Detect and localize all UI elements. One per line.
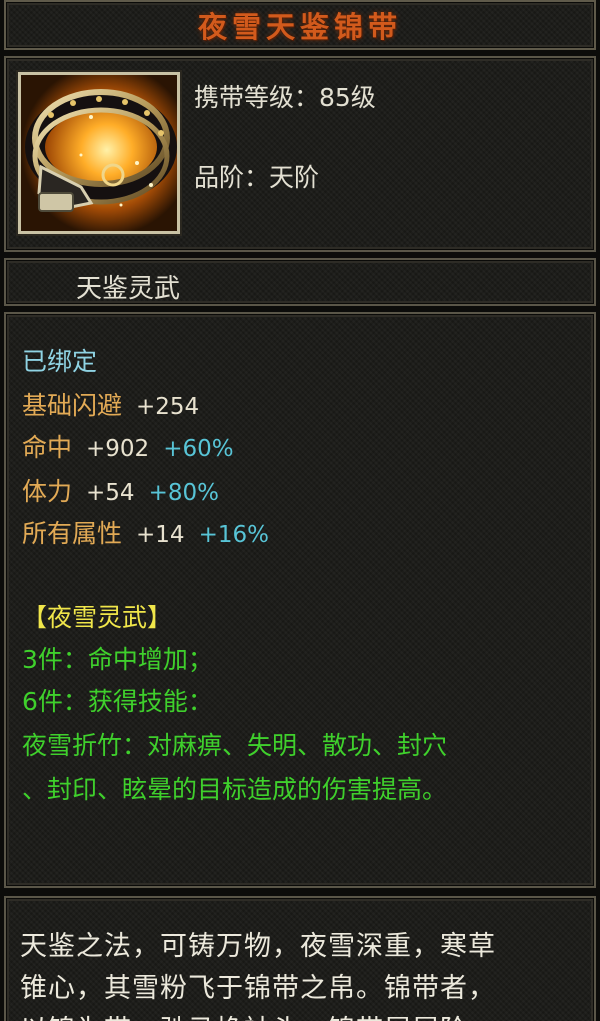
stat-label: 命中	[22, 433, 73, 462]
set-bonus-6-piece: 6件：获得技能：	[22, 687, 213, 716]
stat-value: +54	[86, 480, 135, 506]
description-line: 锥心，其雪粉飞于锦带之帛。锦带者，	[20, 973, 496, 1004]
stat-label: 基础闪避	[22, 391, 123, 420]
belt-icon[interactable]	[18, 72, 180, 234]
stat-line-all-attributes: 所有属性 +14 +16%	[22, 514, 269, 550]
description-line: 天鉴之法，可铸万物，夜雪深重，寒草	[20, 931, 496, 962]
stat-value: +14	[136, 522, 185, 548]
item-subtitle: 天鉴灵武	[76, 274, 181, 304]
carry-level: 携带等级：85级	[194, 83, 376, 112]
stat-value: +254	[136, 394, 200, 420]
item-name: 夜雪天鉴锦带	[197, 10, 402, 44]
stat-percent: +80%	[148, 480, 219, 506]
item-description: 天鉴之法，可铸万物，夜雪深重，寒草 锥心，其雪粉飞于锦带之帛。锦带者， 以锦为带…	[20, 926, 586, 1021]
stat-line-hit: 命中 +902 +60%	[22, 428, 234, 464]
stat-value: +902	[86, 436, 150, 462]
stat-line-stamina: 体力 +54 +80%	[22, 472, 219, 508]
set-skill-line-2: 、封印、眩晕的目标造成的伤害提高。	[22, 775, 448, 804]
item-title-bar: 夜雪天鉴锦带	[4, 0, 596, 50]
item-stats-panel: 已绑定 基础闪避 +254 命中 +902 +60% 体力 +54 +80% 所有属性 +1…	[4, 312, 596, 888]
item-description-panel: 天鉴之法，可铸万物，夜雪深重，寒草 锥心，其雪粉飞于锦带之帛。锦带者， 以锦为带…	[4, 896, 596, 1021]
item-grade: 品阶：天阶	[194, 163, 320, 192]
set-bonus-title: 【夜雪灵武】	[22, 603, 173, 632]
belt-icon-graphic	[21, 75, 177, 231]
description-line: 以锦为带，驰马挽袖头，锦带屡屡阶	[20, 1010, 586, 1021]
stat-percent: +60%	[163, 436, 234, 462]
stat-label: 体力	[22, 477, 73, 506]
stat-percent: +16%	[198, 522, 269, 548]
set-skill-line-1: 夜雪折竹：对麻痹、失明、散功、封穴	[22, 731, 448, 760]
bound-status: 已绑定	[22, 347, 98, 376]
item-header-panel: 携带等级：85级 品阶：天阶	[4, 56, 596, 252]
stat-line-dodge: 基础闪避 +254	[22, 386, 199, 422]
item-subtitle-panel: 天鉴灵武	[4, 258, 596, 306]
stat-label: 所有属性	[22, 519, 123, 548]
set-bonus-3-piece: 3件：命中增加；	[22, 645, 213, 674]
